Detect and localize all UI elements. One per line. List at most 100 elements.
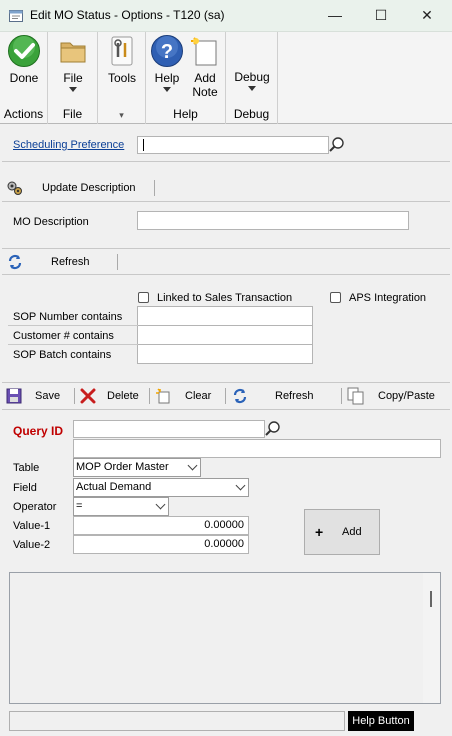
scheduling-preference-field[interactable]: [137, 136, 329, 154]
aps-integration-checkbox[interactable]: [330, 292, 341, 303]
ribbon-group-debug: Debug Debug: [226, 32, 278, 124]
save-button[interactable]: Save: [2, 385, 74, 407]
ribbon-group-file: File File: [48, 32, 98, 124]
magnifier-icon: [329, 137, 344, 152]
scheduling-preference-link[interactable]: Scheduling Preference: [13, 139, 124, 151]
field-label: Field: [13, 482, 37, 494]
group-label-help: Help: [173, 107, 198, 121]
maximize-button[interactable]: ☐: [358, 0, 404, 32]
gears-icon: [7, 181, 22, 195]
copy-paste-label: Copy/Paste: [378, 390, 435, 402]
value2-field[interactable]: 0.00000: [73, 535, 249, 554]
scrollbar-thumb[interactable]: [430, 591, 432, 607]
add-label: Add: [342, 526, 362, 538]
tools-button[interactable]: Tools: [100, 34, 144, 85]
update-description-button[interactable]: Update Description: [2, 177, 154, 199]
query-description-field[interactable]: [73, 439, 441, 458]
divider: [2, 382, 450, 383]
divider: [2, 161, 450, 162]
copy-paste-button[interactable]: Copy/Paste: [343, 385, 450, 407]
refresh-label: Refresh: [275, 390, 314, 402]
folder-icon: [60, 42, 86, 63]
query-id-field[interactable]: [73, 420, 265, 438]
add-note-label-2: Note: [192, 85, 218, 99]
clear-button[interactable]: Clear: [151, 385, 223, 407]
svg-text:?: ?: [161, 41, 173, 63]
add-button[interactable]: + Add: [304, 509, 380, 555]
delete-button[interactable]: Delete: [76, 385, 148, 407]
linked-to-sales-checkbox[interactable]: [138, 292, 149, 303]
refresh-button-top[interactable]: Refresh: [2, 251, 117, 273]
query-id-label: Query ID: [13, 424, 64, 438]
file-button[interactable]: File: [51, 34, 95, 92]
tools-group-arrow[interactable]: ▾: [98, 110, 145, 121]
save-icon: [6, 388, 22, 404]
group-label-debug: Debug: [233, 107, 270, 121]
operator-select[interactable]: =: [73, 497, 169, 516]
window-title: Edit MO Status - Options - T120 (sa): [30, 8, 225, 22]
help-button-ribbon[interactable]: ? Help: [148, 34, 186, 92]
ribbon-group-actions: Done Actions: [0, 32, 48, 124]
delete-x-icon: [80, 388, 96, 404]
toolbar-separator: [149, 388, 150, 404]
group-label-actions: Actions: [3, 107, 44, 121]
sop-number-field[interactable]: [137, 306, 313, 326]
value2-label: Value-2: [13, 539, 51, 551]
value1-field[interactable]: 0.00000: [73, 516, 249, 535]
divider: [2, 274, 450, 275]
operator-label: Operator: [13, 501, 57, 513]
mo-description-label: MO Description: [13, 216, 89, 228]
copy-icon: [347, 387, 364, 405]
plus-icon: +: [315, 524, 324, 540]
update-description-label: Update Description: [42, 182, 136, 194]
help-icon: ?: [151, 35, 183, 67]
toolbar-separator: [225, 388, 226, 404]
customer-number-field[interactable]: [137, 325, 313, 345]
refresh-button[interactable]: Refresh: [228, 385, 340, 407]
minimize-button[interactable]: —: [312, 0, 358, 32]
magnifier-icon: [265, 421, 280, 436]
title-bar: Edit MO Status - Options - T120 (sa) — ☐…: [0, 0, 452, 32]
linked-to-sales-label: Linked to Sales Transaction: [157, 292, 293, 304]
clear-icon: [156, 388, 170, 404]
debug-label: Debug: [234, 70, 270, 84]
chevron-down-icon: [235, 480, 246, 491]
help-button[interactable]: Help Button: [348, 711, 414, 731]
scheduling-lookup-button[interactable]: [328, 136, 346, 154]
row-line: [8, 325, 138, 326]
results-list[interactable]: [9, 572, 441, 704]
customer-number-label: Customer # contains: [13, 330, 114, 342]
sop-batch-field[interactable]: [137, 344, 313, 364]
table-select-value: MOP Order Master: [76, 461, 169, 473]
refresh-icon: [233, 388, 247, 404]
add-note-label-1: Add: [194, 71, 216, 85]
divider: [2, 409, 450, 410]
tools-icon: [111, 36, 133, 66]
ribbon-group-help: ? Help Add Note Help: [146, 32, 226, 124]
divider: [2, 248, 450, 249]
help-label: Help: [154, 71, 180, 85]
divider: [2, 201, 450, 202]
debug-button[interactable]: Debug: [229, 70, 275, 91]
sop-number-label: SOP Number contains: [13, 311, 123, 323]
toolbar-separator: [74, 388, 75, 404]
chevron-down-icon: [187, 460, 198, 471]
refresh-top-label: Refresh: [51, 256, 90, 268]
mo-description-field[interactable]: [137, 211, 409, 230]
done-button[interactable]: Done: [2, 34, 46, 85]
toolbar-separator: [154, 180, 155, 196]
text-cursor: [143, 139, 144, 151]
done-label: Done: [9, 71, 39, 85]
app-window-icon: [9, 10, 23, 22]
scrollbar[interactable]: [423, 573, 440, 703]
table-select[interactable]: MOP Order Master: [73, 458, 201, 477]
field-select[interactable]: Actual Demand: [73, 478, 249, 497]
ribbon-group-tools: Tools ▾: [98, 32, 146, 124]
chevron-down-icon: [155, 499, 166, 510]
save-label: Save: [35, 390, 61, 402]
close-button[interactable]: ✕: [404, 0, 450, 32]
refresh-icon: [8, 254, 22, 270]
query-lookup-button[interactable]: [264, 420, 282, 438]
add-note-button[interactable]: Add Note: [186, 34, 224, 99]
operator-select-value: =: [76, 500, 83, 512]
